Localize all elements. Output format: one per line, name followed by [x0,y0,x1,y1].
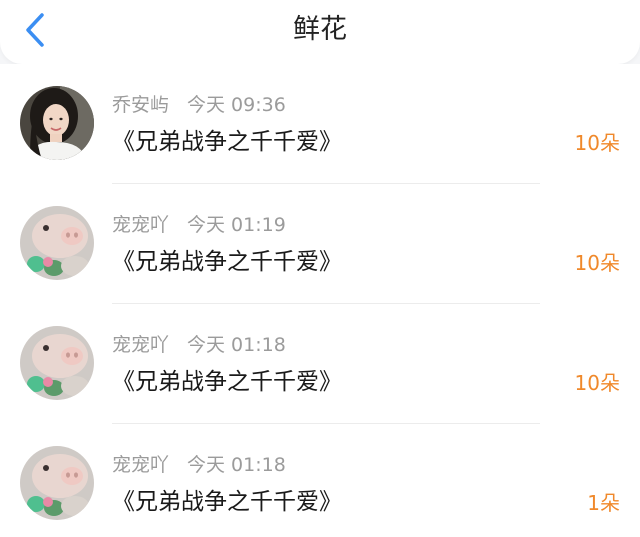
flower-count: 10朵 [574,371,620,395]
work-title: 《兄弟战争之千千爱》 [112,249,342,275]
flower-count: 10朵 [574,131,620,155]
list-item[interactable]: 乔安屿 今天 09:36 《兄弟战争之千千爱》 10朵 [0,64,640,184]
navigation-bar: 鲜花 [0,0,640,64]
avatar[interactable] [20,206,94,280]
work-title: 《兄弟战争之千千爱》 [112,129,342,155]
sender-name: 宠宠吖 [112,334,170,356]
meta-line: 乔安屿 今天 09:36 [112,92,286,118]
list-item[interactable]: 宠宠吖 今天 01:18 《兄弟战争之千千爱》 1朵 [0,424,640,537]
work-title: 《兄弟战争之千千爱》 [112,369,342,395]
avatar-pig-plush-image [20,206,94,280]
work-title: 《兄弟战争之千千爱》 [112,489,342,515]
timestamp: 今天 01:18 [187,334,286,356]
avatar-woman-image [20,86,94,160]
flower-gift-list: 乔安屿 今天 09:36 《兄弟战争之千千爱》 10朵 宠宠吖 今天 01:19… [0,64,640,537]
avatar[interactable] [20,446,94,520]
page-title: 鲜花 [293,14,347,45]
meta-line: 宠宠吖 今天 01:18 [112,332,286,358]
timestamp: 今天 01:18 [187,454,286,476]
avatar[interactable] [20,86,94,160]
list-item[interactable]: 宠宠吖 今天 01:19 《兄弟战争之千千爱》 10朵 [0,184,640,304]
sender-name: 宠宠吖 [112,214,170,236]
avatar-pig-plush-image [20,326,94,400]
timestamp: 今天 01:19 [187,214,286,236]
avatar[interactable] [20,326,94,400]
flower-count: 1朵 [587,491,620,515]
meta-line: 宠宠吖 今天 01:19 [112,212,286,238]
flower-count: 10朵 [574,251,620,275]
sender-name: 宠宠吖 [112,454,170,476]
sender-name: 乔安屿 [112,94,170,116]
timestamp: 今天 09:36 [187,94,286,116]
list-item[interactable]: 宠宠吖 今天 01:18 《兄弟战争之千千爱》 10朵 [0,304,640,424]
meta-line: 宠宠吖 今天 01:18 [112,452,286,478]
avatar-pig-plush-image [20,446,94,520]
flowers-screen: 鲜花 乔安屿 今天 09:36 《兄弟战争之千千爱》 10朵 宠宠吖 今天 01… [0,0,640,537]
